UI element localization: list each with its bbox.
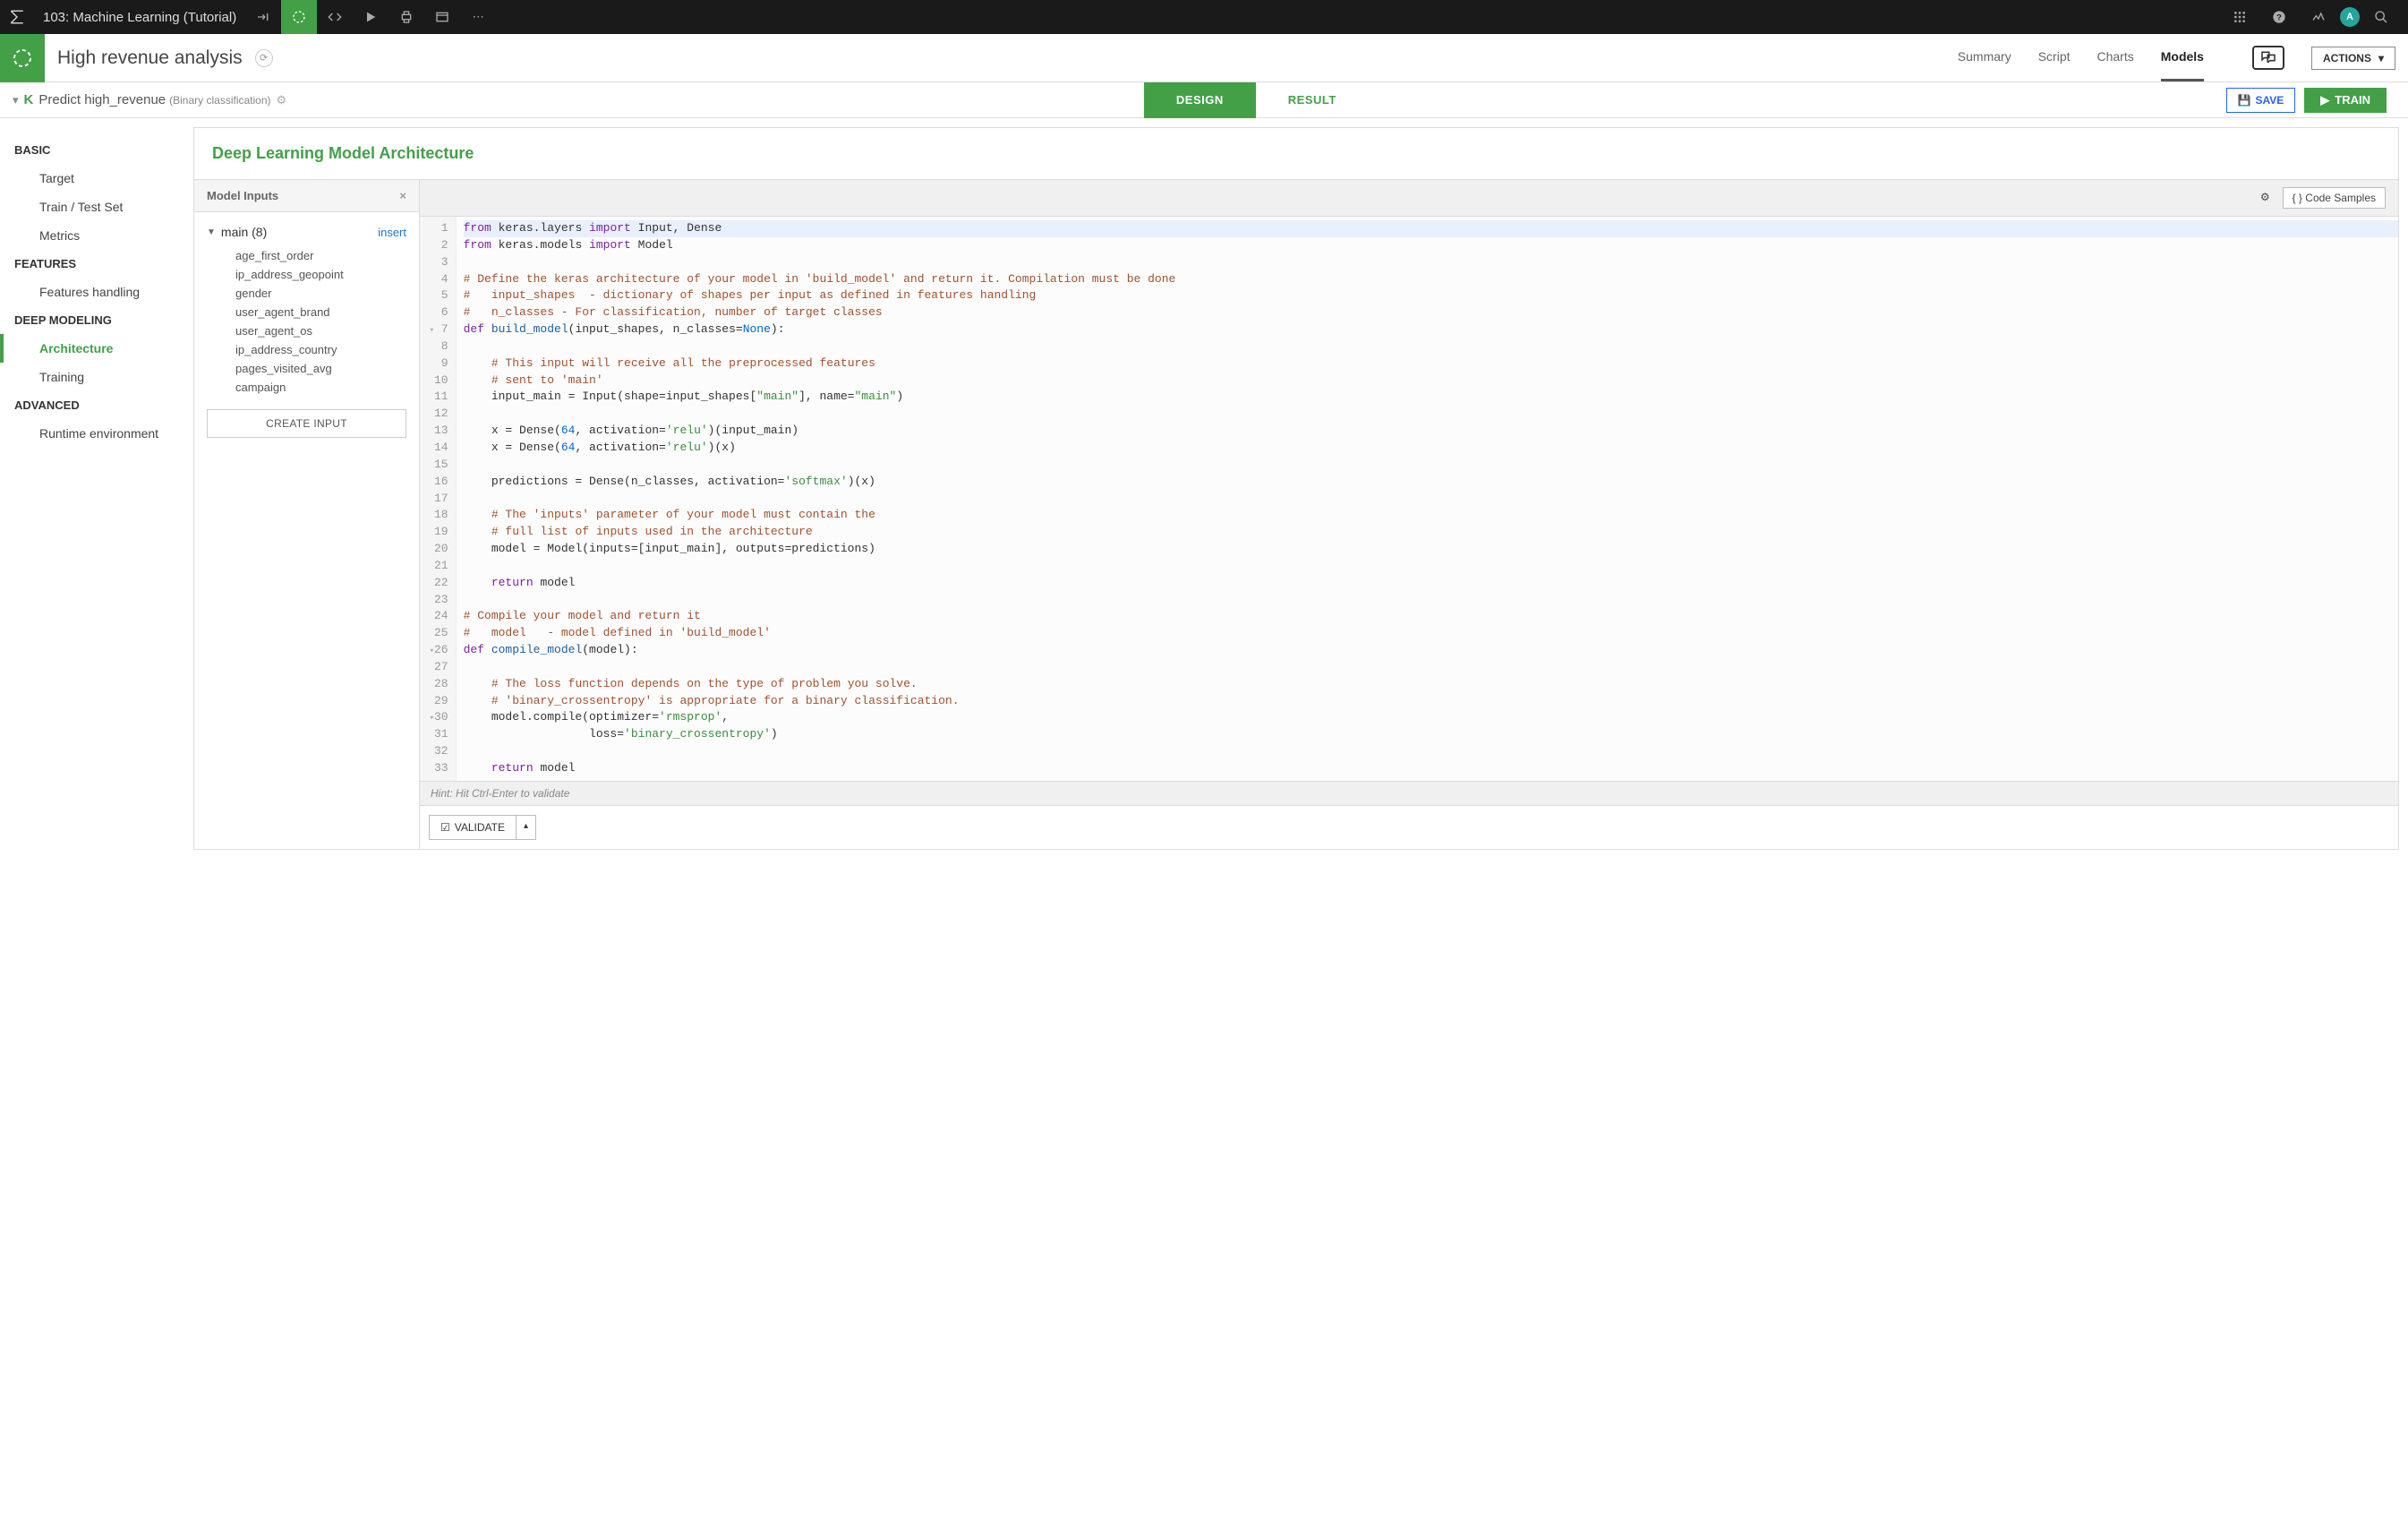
project-name[interactable]: 103: Machine Learning (Tutorial) xyxy=(34,10,245,25)
save-button[interactable]: 💾 SAVE xyxy=(2226,88,2296,113)
model-name: Predict high_revenue xyxy=(38,92,166,107)
code-editor-panel: ⚙ { } Code Samples 1 2 3 4 5 6 ▾ 7 8 9 1… xyxy=(420,180,2398,849)
sidebar-item-target[interactable]: Target xyxy=(0,164,193,193)
input-feature-item[interactable]: pages_visited_avg xyxy=(207,359,406,378)
insert-link[interactable]: insert xyxy=(378,226,406,239)
sidebar-item-architecture[interactable]: Architecture xyxy=(0,334,193,363)
line-gutter: 1 2 3 4 5 6 ▾ 7 8 9 10 11 12 13 14 15 16… xyxy=(420,217,457,781)
model-inputs-panel: Model Inputs × ▼ main (8) insert age_fir… xyxy=(194,180,420,849)
more-icon[interactable]: ⋯ xyxy=(460,0,496,34)
validate-dropdown-icon[interactable]: ▴ xyxy=(517,815,536,840)
sidebar-item-training[interactable]: Training xyxy=(0,363,193,391)
play-icon: ▶ xyxy=(2320,93,2329,107)
svg-text:?: ? xyxy=(2276,13,2282,21)
code-editor[interactable]: 1 2 3 4 5 6 ▾ 7 8 9 10 11 12 13 14 15 16… xyxy=(420,217,2398,781)
chevron-down-icon: ▾ xyxy=(2378,52,2384,64)
validate-button[interactable]: ☑ VALIDATE xyxy=(429,815,517,840)
actions-label: ACTIONS xyxy=(2323,52,2371,64)
page-tabs: Summary Script Charts Models xyxy=(1958,34,2284,81)
discussions-icon[interactable] xyxy=(2252,46,2284,70)
input-feature-item[interactable]: campaign xyxy=(207,378,406,397)
save-icon: 💾 xyxy=(2238,94,2251,107)
model-header: ▾ K Predict high_revenue (Binary classif… xyxy=(0,82,2408,118)
flow-icon[interactable] xyxy=(245,0,281,34)
architecture-panel: Deep Learning Model Architecture Model I… xyxy=(193,127,2399,850)
input-group-name: main (8) xyxy=(221,225,267,239)
lab-icon[interactable] xyxy=(281,0,317,34)
tab-script[interactable]: Script xyxy=(2038,34,2071,81)
close-inputs-icon[interactable]: × xyxy=(399,189,406,202)
model-settings-icon[interactable]: ⚙ xyxy=(277,93,287,107)
collapse-chevron-icon[interactable]: ▾ xyxy=(13,93,19,107)
sidebar-item-train-test[interactable]: Train / Test Set xyxy=(0,193,193,221)
sidebar-item-features-handling[interactable]: Features handling xyxy=(0,278,193,306)
input-feature-item[interactable]: gender xyxy=(207,284,406,303)
create-input-button[interactable]: CREATE INPUT xyxy=(207,409,406,438)
code-samples-button[interactable]: { } Code Samples xyxy=(2283,187,2386,209)
sidebar-section-features: FEATURES xyxy=(0,250,193,278)
model-type-badge: K xyxy=(24,92,34,107)
sidebar-item-runtime-env[interactable]: Runtime environment xyxy=(0,419,193,448)
panel-title: Deep Learning Model Architecture xyxy=(194,128,2398,180)
sidebar-section-basic: BASIC xyxy=(0,136,193,164)
model-subtitle: (Binary classification) xyxy=(169,94,270,107)
actions-dropdown[interactable]: ACTIONS ▾ xyxy=(2311,47,2395,70)
inputs-panel-title: Model Inputs xyxy=(207,189,278,202)
search-icon[interactable] xyxy=(2363,0,2399,34)
dashboard-icon[interactable] xyxy=(424,0,460,34)
play-icon[interactable] xyxy=(353,0,389,34)
design-tab[interactable]: DESIGN xyxy=(1144,82,1256,118)
editor-settings-icon[interactable]: ⚙ xyxy=(2257,187,2274,209)
input-feature-item[interactable]: user_agent_brand xyxy=(207,303,406,321)
tab-charts[interactable]: Charts xyxy=(2097,34,2134,81)
sidebar-section-deep: DEEP MODELING xyxy=(0,306,193,334)
refresh-icon[interactable]: ⟳ xyxy=(255,49,273,67)
train-label: TRAIN xyxy=(2335,93,2370,107)
help-icon[interactable]: ? xyxy=(2261,0,2297,34)
sidebar-section-advanced: ADVANCED xyxy=(0,391,193,419)
page-header: High revenue analysis ⟳ Summary Script C… xyxy=(0,34,2408,82)
code-content[interactable]: from keras.layers import Input, Dense fr… xyxy=(457,217,2398,781)
app-logo[interactable] xyxy=(0,0,34,34)
tab-summary[interactable]: Summary xyxy=(1958,34,2011,81)
validate-label: VALIDATE xyxy=(455,821,505,834)
result-tab[interactable]: RESULT xyxy=(1256,82,1369,118)
input-feature-item[interactable]: ip_address_country xyxy=(207,340,406,359)
tab-models[interactable]: Models xyxy=(2161,34,2204,81)
user-avatar[interactable]: A xyxy=(2340,7,2360,27)
code-icon[interactable] xyxy=(317,0,353,34)
input-feature-item[interactable]: ip_address_geopoint xyxy=(207,265,406,284)
editor-hint: Hint: Hit Ctrl-Enter to validate xyxy=(420,781,2398,805)
save-label: SAVE xyxy=(2255,94,2284,107)
top-nav-bar: 103: Machine Learning (Tutorial) ⋯ ? A xyxy=(0,0,2408,34)
settings-sidebar: BASIC Target Train / Test Set Metrics FE… xyxy=(0,118,193,1533)
input-feature-item[interactable]: age_first_order xyxy=(207,246,406,265)
group-collapse-icon[interactable]: ▼ xyxy=(207,227,216,237)
page-title: High revenue analysis xyxy=(45,47,255,69)
print-icon[interactable] xyxy=(389,0,424,34)
train-button[interactable]: ▶ TRAIN xyxy=(2304,88,2387,113)
sidebar-item-metrics[interactable]: Metrics xyxy=(0,221,193,250)
analysis-type-icon[interactable] xyxy=(0,34,45,82)
apps-icon[interactable] xyxy=(2222,0,2258,34)
input-feature-item[interactable]: user_agent_os xyxy=(207,321,406,340)
check-icon: ☑ xyxy=(440,821,450,834)
activity-icon[interactable] xyxy=(2301,0,2336,34)
